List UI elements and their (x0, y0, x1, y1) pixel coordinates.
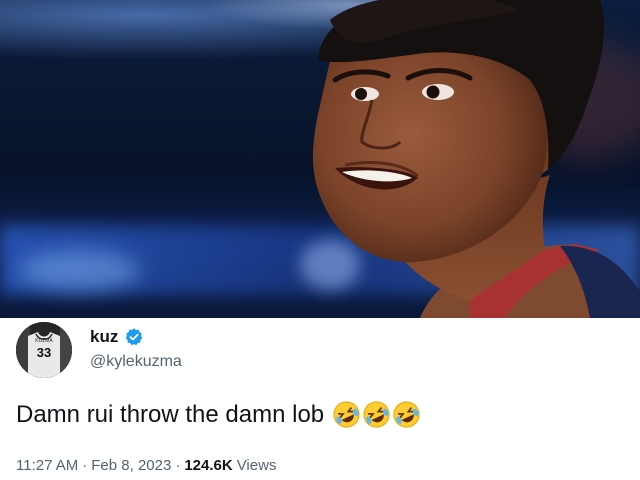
avatar[interactable]: KUZMA 33 (16, 322, 72, 378)
display-name[interactable]: kuz (90, 327, 118, 347)
tweet-date[interactable]: Feb 8, 2023 (91, 457, 171, 474)
svg-text:KUZMA: KUZMA (35, 338, 53, 344)
verified-badge-icon (124, 327, 144, 347)
meta-separator: · (82, 457, 88, 474)
tweet-metadata: 11:27 AM · Feb 8, 2023 · 124.6K Views (16, 457, 276, 474)
rolling-laughing-emoji-icon (393, 401, 420, 428)
tweet-text: Damn rui throw the damn lob (16, 400, 421, 429)
avatar-jersey-number: 33 (37, 345, 51, 360)
emoji-group (332, 400, 421, 429)
user-handle[interactable]: @kylekuzma (90, 353, 182, 371)
views-label: Views (236, 457, 277, 474)
rolling-laughing-emoji-icon (363, 401, 390, 428)
author-name-row[interactable]: kuz (90, 327, 144, 347)
avatar-jersey-image: KUZMA 33 (16, 322, 72, 378)
rolling-laughing-emoji-icon (333, 401, 360, 428)
tweet-text-content: Damn rui throw the damn lob (16, 400, 325, 428)
player-photo (312, 0, 640, 318)
tweet-photo[interactable] (0, 0, 640, 318)
tweet-time[interactable]: 11:27 AM (16, 457, 78, 474)
views-count[interactable]: 124.6K (184, 457, 232, 474)
meta-separator: · (175, 457, 181, 474)
